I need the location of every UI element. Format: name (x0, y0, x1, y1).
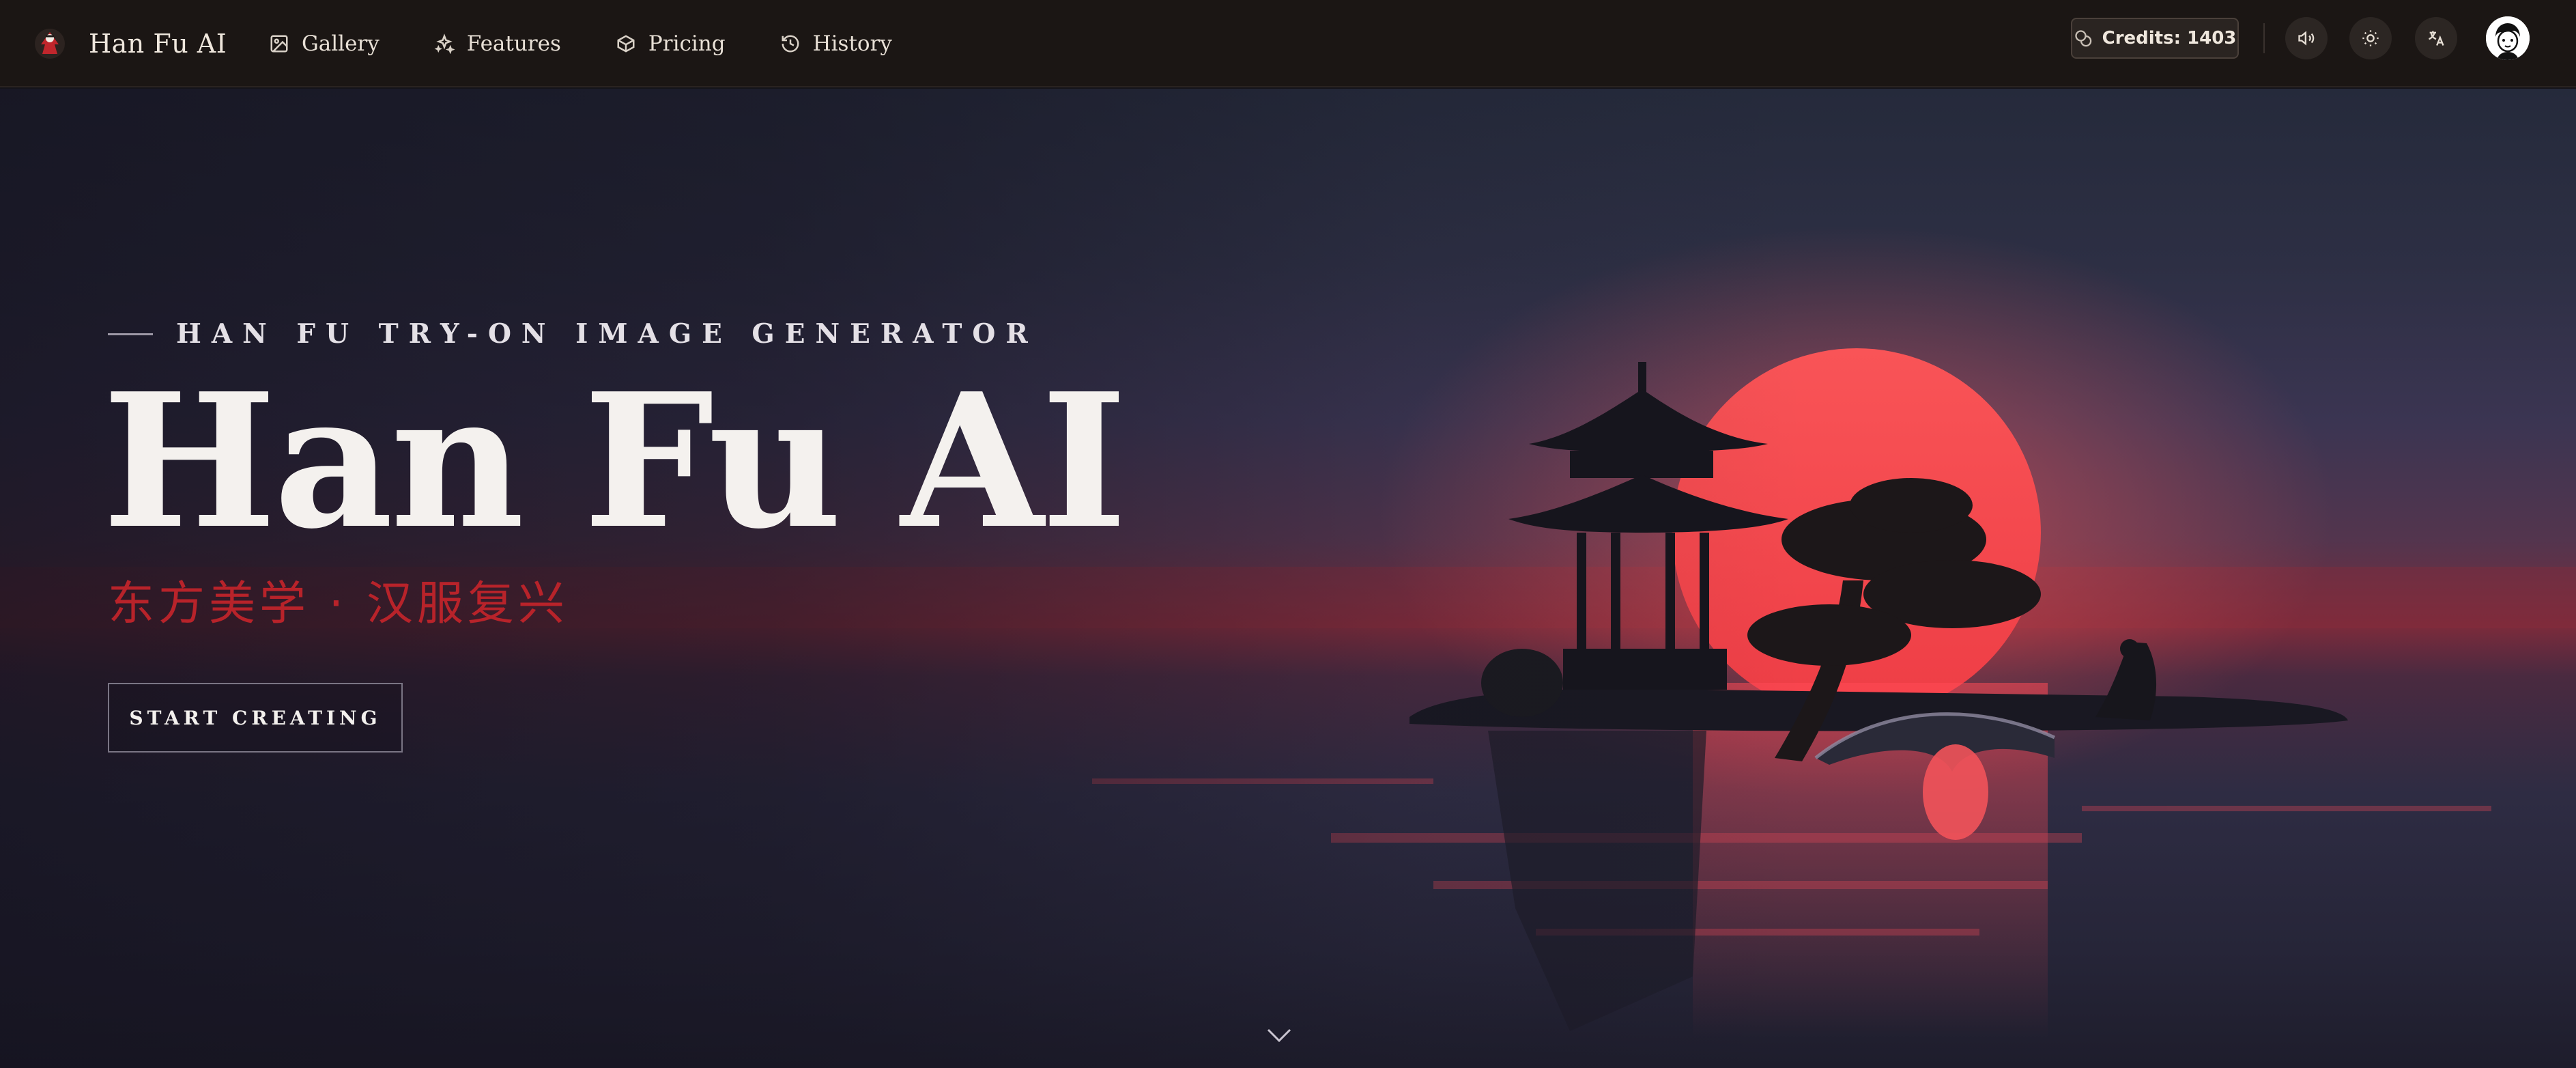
credits-label: Credits: 1403 (2102, 28, 2237, 48)
coins-icon (2074, 30, 2091, 47)
hanfu-logo-icon (33, 27, 67, 61)
hero-section: HAN FU TRY-ON IMAGE GENERATOR Han Fu AI … (0, 89, 2576, 1068)
nav-item-features[interactable]: Features (434, 31, 561, 56)
nav-item-history[interactable]: History (780, 31, 892, 56)
nav-label-gallery: Gallery (302, 31, 380, 56)
image-icon (270, 35, 288, 53)
top-navbar: Han Fu AI Gallery Features Pricing Histo… (0, 0, 2576, 87)
nav-item-pricing[interactable]: Pricing (616, 31, 726, 56)
language-toggle-button[interactable] (2415, 17, 2457, 59)
start-creating-button[interactable]: START CREATING (108, 683, 403, 753)
chevron-down-icon[interactable] (1264, 1024, 1294, 1045)
speaker-icon (2298, 31, 2315, 46)
brand[interactable]: Han Fu AI (33, 16, 227, 71)
nav-label-features: Features (466, 31, 561, 56)
hero-subtitle: 东方美学 · 汉服复兴 (108, 577, 569, 631)
nav-label-pricing: Pricing (648, 31, 726, 56)
header-divider (2263, 23, 2265, 53)
tagline-line-decoration (108, 333, 153, 335)
brand-name: Han Fu AI (89, 29, 227, 59)
theme-toggle-button[interactable] (2349, 17, 2392, 59)
nav-label-history: History (812, 31, 892, 56)
box-icon (617, 35, 635, 53)
sparkles-icon (434, 33, 455, 54)
hero-tagline: HAN FU TRY-ON IMAGE GENERATOR (176, 318, 1038, 350)
sound-toggle-button[interactable] (2285, 17, 2328, 59)
translate-icon (2429, 31, 2444, 46)
hero-tagline-row: HAN FU TRY-ON IMAGE GENERATOR (108, 318, 1038, 350)
sun-icon (2362, 30, 2379, 46)
history-icon (782, 35, 799, 53)
user-avatar-icon[interactable] (2486, 16, 2530, 60)
main-nav: Gallery Features Pricing History (269, 16, 947, 71)
credits-badge[interactable]: Credits: 1403 (2071, 18, 2239, 59)
hero-title: Han Fu AI (102, 352, 1127, 570)
nav-item-gallery[interactable]: Gallery (269, 31, 380, 56)
